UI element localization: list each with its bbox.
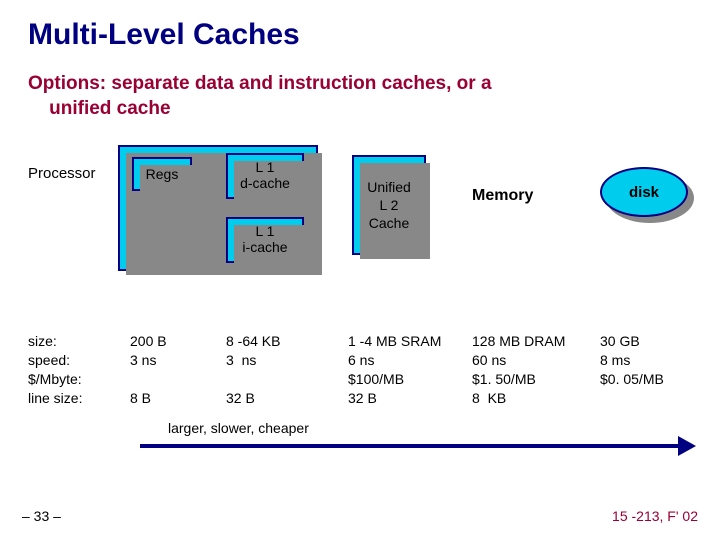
slide-title: Multi-Level Caches <box>0 0 720 60</box>
disk-box: disk <box>600 167 688 217</box>
arrow-caption: larger, slower, cheaper <box>168 420 309 436</box>
col-l2: 1 -4 MB SRAM 6 ns $100/MB 32 B <box>348 332 441 408</box>
footer-left: – 33 – <box>22 508 61 524</box>
arrow-line <box>140 444 680 448</box>
l1d-line2: d-cache <box>228 175 302 191</box>
col-l1: 8 -64 KB 3 ns 32 B <box>226 332 280 408</box>
l1i-line2: i-cache <box>228 239 302 255</box>
col-disk: 30 GB 8 ms $0. 05/MB <box>600 332 664 389</box>
l2-line3: Cache <box>354 215 424 231</box>
slide-subtitle: Options: separate data and instruction c… <box>0 60 720 121</box>
footer-right: 15 -213, F' 02 <box>612 508 698 524</box>
regs-box: Regs <box>132 157 192 191</box>
l2-line2: L 2 <box>354 197 424 213</box>
l1-dcache-box: L 1 d-cache <box>226 153 304 199</box>
l2-line1: Unified <box>354 179 424 195</box>
memory-label: Memory <box>472 187 533 205</box>
l2-cache-box: Unified L 2 Cache <box>352 155 426 255</box>
regs-label: Regs <box>134 166 190 182</box>
processor-label: Processor <box>28 165 96 182</box>
arrow-head-icon <box>678 436 696 456</box>
subtitle-line1: Options: separate data and instruction c… <box>28 73 492 94</box>
l1d-line1: L 1 <box>228 159 302 175</box>
diagram: Processor Regs L 1 d-cache L 1 i-cache U… <box>0 145 720 295</box>
col-memory: 128 MB DRAM 60 ns $1. 50/MB 8 KB <box>472 332 565 408</box>
col-regs: 200 B 3 ns 8 B <box>130 332 167 408</box>
l1-icache-box: L 1 i-cache <box>226 217 304 263</box>
subtitle-line2: unified cache <box>49 98 170 119</box>
row-labels: size: speed: $/Mbyte: line size: <box>28 332 82 408</box>
l1i-line1: L 1 <box>228 223 302 239</box>
